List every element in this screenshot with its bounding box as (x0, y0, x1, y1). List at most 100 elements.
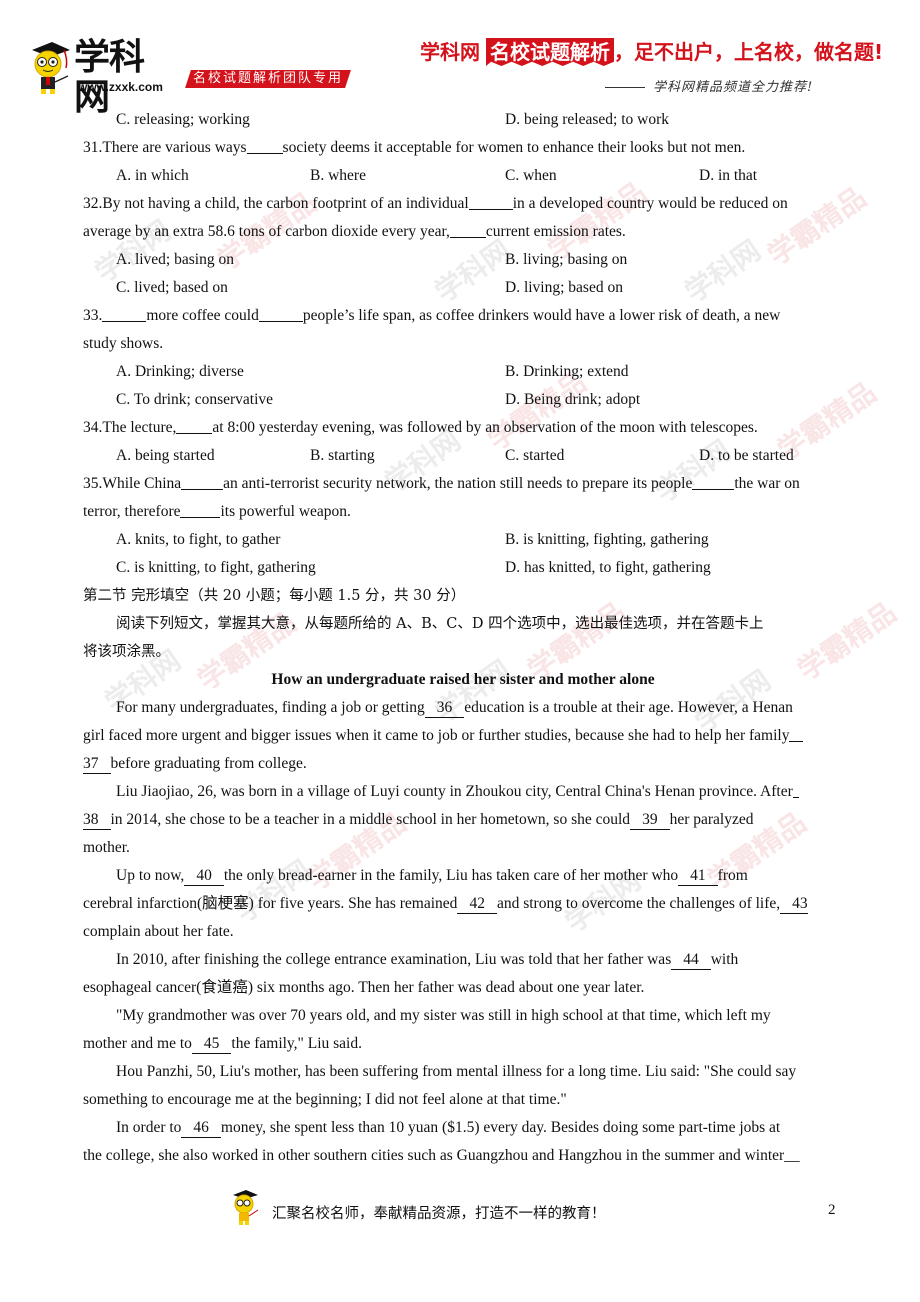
q30-options-row: C. releasing; working D. being released;… (83, 106, 843, 134)
q35-options-row2: C. is knitting, to fight, gathering D. h… (83, 554, 843, 582)
passage-p3-line1: Up to now, 40 the only bread-earner in the… (83, 862, 843, 890)
q33-number: 33. (83, 307, 103, 324)
q33-stem-post: people’s life span, as coffee drinkers w… (302, 307, 781, 324)
answer-blank (449, 222, 486, 238)
answer-blank (176, 418, 213, 434)
passage-p3-line3: complain about her fate. (83, 923, 234, 940)
passage-text: before graduating from college. (110, 755, 307, 772)
exam-content: C. releasing; working D. being released;… (83, 106, 843, 1170)
passage-p6-line1: Hou Panzhi, 50, Liu's mother, has been s… (116, 1063, 797, 1080)
section2-instruction-line2: 将该项涂黑。 (83, 644, 170, 660)
q32-options-row1: A. lived; basing on B. living; basing on (83, 246, 843, 274)
passage-text: cerebral infarction(脑梗塞) for five years.… (83, 895, 458, 912)
answer-blank (180, 502, 221, 518)
blank-40: 40 (184, 867, 224, 886)
passage-p1-line2: girl faced more urgent and bigger issues… (83, 722, 843, 750)
q31-option-a: A. in which (116, 167, 189, 184)
q34-stem: 34.The lecture, at 8:00 yesterday evening… (83, 414, 843, 442)
q35-option-a: A. knits, to fight, to gather (116, 531, 281, 548)
answer-blank (789, 726, 804, 742)
q31-option-d: D. in that (699, 167, 758, 184)
q32-option-b: B. living; basing on (505, 251, 628, 268)
q35-options-row1: A. knits, to fight, to gather B. is knit… (83, 526, 843, 554)
q33-option-b: B. Drinking; extend (505, 363, 629, 380)
q31-stem: 31.There are various ways society deems i… (83, 134, 843, 162)
q35-stem2-b: its powerful weapon. (220, 503, 351, 520)
q34-option-d: D. to be started (699, 447, 794, 464)
q32-option-a: A. lived; basing on (116, 251, 234, 268)
q35-stem-a: 35.While China (83, 475, 182, 492)
q33-stem-line2: study shows. (83, 330, 843, 358)
q34-option-b: B. starting (310, 447, 375, 464)
passage-p4-line2: esophageal cancer(食道癌) six months ago. T… (83, 979, 645, 996)
section2-heading: 第二节 完形填空（共 20 小题；每小题 1.5 分，共 30 分） (83, 588, 466, 604)
answer-blank (181, 474, 224, 490)
header-slogan: 学科网 名校试题解析 ，足不出户，上名校，做名题! (420, 38, 883, 68)
blank-41: 41 (678, 867, 718, 886)
passage-text: with (710, 951, 739, 968)
q35-stem-line2: terror, therefore its powerful weapon. (83, 498, 843, 526)
q32-stem2-post: current emission rates. (485, 223, 626, 240)
passage-text: money, she spent less than 10 yuan ($1.5… (220, 1119, 781, 1136)
q33-stem-mid: more coffee could (146, 307, 259, 324)
mascot-graduate-icon (32, 42, 70, 94)
q31-options-row: A. in which B. where C. when D. in that (83, 162, 843, 190)
q33-options-row2: C. To drink; conservative D. Being drink… (83, 386, 843, 414)
mascot-graduate-icon (233, 1190, 259, 1225)
passage-text: in 2014, she chose to be a teacher in a … (110, 811, 631, 828)
q35-stem-c: the war on (734, 475, 800, 492)
recommend-text: 学科网精品频道全力推荐! (653, 80, 814, 95)
passage-p7-line2: the college, she also worked in other so… (83, 1147, 800, 1164)
passage-text: education is a trouble at their age. How… (464, 699, 793, 716)
passage-p2-line1: Liu Jiaojiao, 26, was born in a village … (83, 778, 843, 806)
passage-p1-line1: For many undergraduates, finding a job o… (83, 694, 843, 722)
passage-text: In order to (116, 1119, 182, 1136)
q31-stem-post: society deems it acceptable for women to… (282, 139, 746, 156)
passage-text: and strong to overcome the challenges of… (496, 895, 781, 912)
q33-stem-line1: 33. more coffee could people’s life span, … (83, 302, 843, 330)
blank-37: 37 (83, 755, 111, 774)
q33-option-a: A. Drinking; diverse (116, 363, 244, 380)
q32-option-c: C. lived; based on (116, 279, 228, 296)
passage-text: her paralyzed (669, 811, 754, 828)
passage-title: How an undergraduate raised her sister a… (271, 671, 655, 688)
q34-stem-pre: 34.The lecture, (83, 419, 177, 436)
passage-text: Up to now, (116, 867, 185, 884)
passage-p5-line1: "My grandmother was over 70 years old, a… (116, 1007, 771, 1024)
q35-stem2-a: terror, therefore (83, 503, 181, 520)
q35-stem-line1: 35.While China an anti-terrorist security… (83, 470, 843, 498)
q34-stem-post: at 8:00 yesterday evening, was followed … (212, 419, 758, 436)
recommend-line: 学科网精品频道全力推荐! (605, 76, 813, 95)
slogan-brand: 学科网 (420, 40, 480, 64)
passage-text: from (717, 867, 748, 884)
page-number: 2 (828, 1202, 836, 1218)
passage-text: the family," Liu said. (231, 1035, 362, 1052)
blank-36: 36 (424, 699, 465, 718)
passage-text: the only bread-earner in the family, Liu… (223, 867, 679, 884)
page-header: 学科网 www.zxxk.com 名校试题解析团队专用 学科网 名校试题解析 ，足不… (0, 0, 920, 118)
q35-option-b: B. is knitting, fighting, gathering (505, 531, 709, 548)
q34-option-a: A. being started (116, 447, 215, 464)
zxxk-logo: 学科网 www.zxxk.com (28, 36, 178, 118)
blank-42: 42 (457, 895, 497, 914)
answer-blank (692, 474, 735, 490)
passage-text: Liu Jiaojiao, 26, was born in a village … (116, 783, 793, 800)
dash-divider (605, 87, 645, 88)
blank-45: 45 (191, 1035, 232, 1054)
q35-stem-b: an anti-terrorist security network, the … (223, 475, 693, 492)
team-badge: 名校试题解析团队专用 (185, 70, 351, 88)
q32-stem-line2: average by an extra 58.6 tons of carbon … (83, 218, 843, 246)
q32-option-d: D. living; based on (505, 279, 623, 296)
q34-options-row: A. being started B. starting C. started … (83, 442, 843, 470)
q33-options-row1: A. Drinking; diverse B. Drinking; extend (83, 358, 843, 386)
passage-text: girl faced more urgent and bigger issues… (83, 727, 790, 744)
q33-option-c: C. To drink; conservative (116, 391, 274, 408)
passage-text: In 2010, after finishing the college ent… (116, 951, 672, 968)
q31-option-b: B. where (310, 167, 366, 184)
slogan-boxed: 名校试题解析 (486, 38, 614, 66)
slogan-rest: ，足不出户，上名校，做名题! (614, 40, 884, 64)
q32-options-row2: C. lived; based on D. living; based on (83, 274, 843, 302)
q32-stem-post: in a developed country would be reduced … (512, 195, 788, 212)
answer-blank (246, 138, 283, 154)
passage-text: For many undergraduates, finding a job o… (116, 699, 425, 716)
